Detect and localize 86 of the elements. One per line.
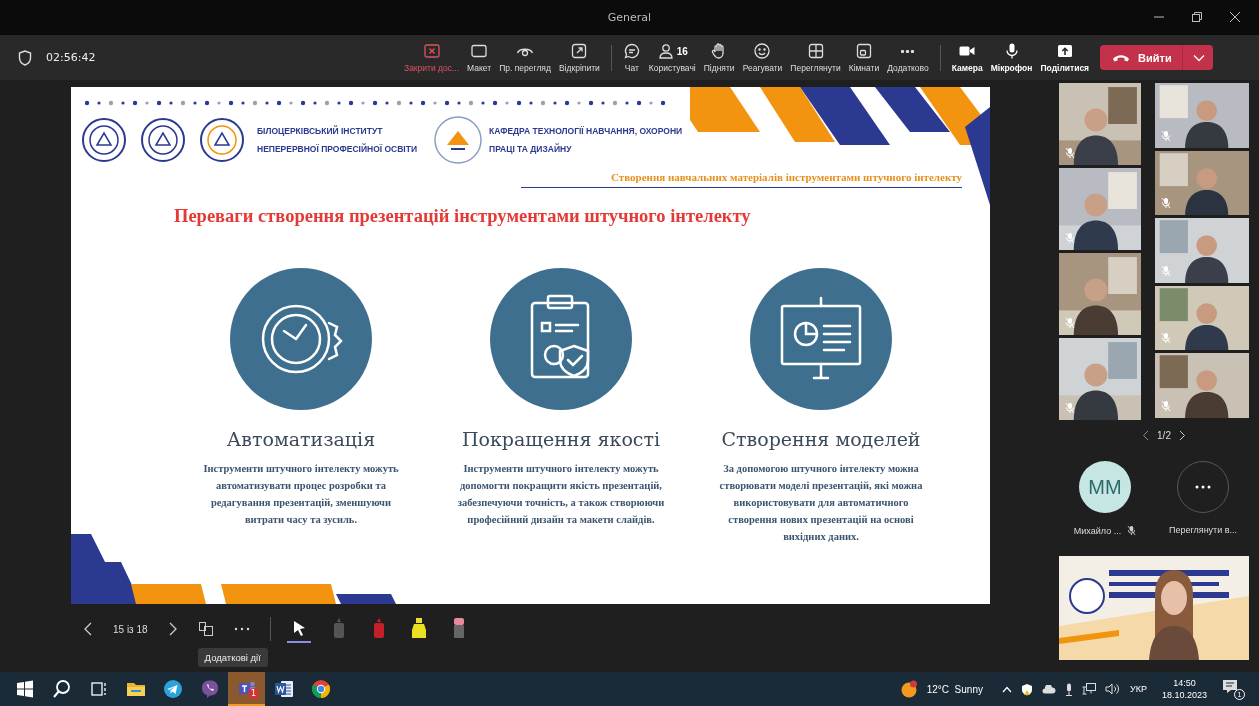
clipboard-gear-icon	[490, 268, 632, 410]
emblem-icon	[140, 117, 186, 163]
clock-time[interactable]: 14:50	[1173, 678, 1196, 688]
department-name: ПРАЦІ ТА ДИЗАЙНУ	[489, 144, 573, 154]
institute-name: БІЛОЦЕРКІВСЬКИЙ ІНСТИТУТ	[257, 126, 384, 136]
search-icon	[51, 679, 72, 699]
shield-icon	[18, 49, 32, 66]
feature-title: Створення моделей	[721, 428, 921, 450]
chevron-left-icon[interactable]	[1142, 430, 1150, 441]
participant-name: Михайло ...	[1073, 525, 1122, 536]
chevron-right-icon[interactable]	[167, 622, 178, 636]
pop-out-button[interactable]: Відкріпити	[555, 42, 603, 73]
share-button[interactable]: Поділитися	[1037, 42, 1093, 73]
call-timer: 02:56:42	[46, 51, 97, 64]
shield-icon[interactable]	[1021, 682, 1033, 696]
feature-title: Автоматизація	[226, 428, 376, 450]
more-icon	[901, 49, 915, 53]
leave-button[interactable]: Вийти	[1100, 45, 1213, 70]
share-icon	[1055, 42, 1074, 60]
weather-text[interactable]: 12°C Sunny	[926, 683, 983, 695]
chat-icon	[622, 42, 641, 60]
participant-name: Переглянути в...	[1168, 525, 1238, 535]
close-icon	[422, 42, 441, 60]
emblem-icon	[81, 117, 127, 163]
page-indicator: 1/2	[1157, 430, 1171, 441]
rooms-icon	[854, 42, 873, 60]
emblem-icon	[199, 117, 245, 163]
feature-description: Інструменти штучного інтелекту можуть автоматизувати процес розробки та редагування презентацій, зменшуючи витрати часу та зусиль.	[202, 462, 400, 527]
view-button[interactable]: Переглянути	[787, 42, 844, 73]
feature-description: За допомогою штучного інтелекту можна створювати моделі презентацій, які можна використовувати для автоматичного створення нових презентацій на основі вихідних даних.	[718, 462, 924, 544]
stop-sharing-button[interactable]: Закрити дос...	[401, 42, 463, 73]
slides-icon[interactable]	[197, 621, 214, 637]
chrome-icon	[310, 679, 331, 699]
rooms-button[interactable]: Кімнати	[845, 42, 883, 73]
microphone-button[interactable]: Мікрофон	[987, 42, 1036, 73]
more-icon[interactable]	[233, 626, 250, 632]
rectangle-icon	[470, 42, 489, 60]
message-icon	[1222, 678, 1238, 694]
preview-button[interactable]: Пр. перегляд	[496, 42, 554, 73]
phone-icon	[1112, 52, 1131, 63]
notification-badge: 1	[248, 688, 259, 699]
more-button[interactable]: Додатково	[884, 42, 932, 73]
chevron-left-icon[interactable]	[83, 622, 93, 636]
microphone-icon[interactable]	[1065, 682, 1073, 696]
phone-bubble-icon	[199, 679, 220, 699]
people-button[interactable]: 16 Користувачі	[645, 42, 699, 73]
task-view-icon	[88, 679, 109, 699]
layout-button[interactable]: Макет	[464, 42, 495, 73]
chat-button[interactable]: Чат	[619, 42, 644, 73]
institute-name: НЕПЕРЕРВНОЇ ПРОФЕСІЙНОЇ ОСВІТИ	[257, 144, 417, 154]
paper-plane-icon	[162, 679, 183, 699]
feature-title: Покращення якості	[461, 428, 661, 450]
close-icon[interactable]	[1229, 11, 1241, 23]
cursor-icon	[291, 620, 306, 636]
presentation-board-icon	[750, 268, 892, 410]
raise-hand-button[interactable]: Підняти	[700, 42, 738, 73]
avatar[interactable]: MM	[1079, 461, 1131, 513]
chevron-down-icon[interactable]	[1192, 53, 1205, 62]
sun-icon[interactable]	[899, 680, 918, 698]
slide-subtitle: Створення навчальних матеріалів інструментами штучного інтелекту	[521, 171, 962, 188]
department-name: КАФЕДРА ТЕХНОЛОГІЇ НАВЧАННЯ, ОХОРОНИ	[489, 126, 683, 136]
window-title: General	[607, 11, 652, 24]
maximize-icon[interactable]	[1191, 11, 1203, 23]
teams-app[interactable]: 1	[228, 672, 265, 706]
language-indicator[interactable]: УКР	[1130, 684, 1147, 694]
grid-icon	[806, 42, 825, 60]
clock-date[interactable]: 18.10.2023	[1161, 690, 1207, 700]
react-button[interactable]: Реагувати	[739, 42, 786, 73]
emblem-icon	[433, 115, 483, 165]
clock-gear-icon	[230, 268, 372, 410]
speaker-icon[interactable]	[1105, 683, 1121, 695]
network-icon[interactable]	[1082, 683, 1096, 695]
windows-icon	[14, 679, 35, 699]
more-icon	[1195, 485, 1211, 489]
cloud-icon[interactable]	[1042, 684, 1056, 694]
pop-out-icon	[570, 42, 589, 60]
tooltip: Додаткові дії	[197, 648, 268, 667]
smiley-icon	[753, 42, 772, 60]
feature-description: Інструменти штучного інтелекту можуть допомогти покращити якість презентацій, забезпечуючи точність, а також створюючи професійний дизайн та макети слайдів.	[456, 462, 666, 527]
word-icon	[273, 679, 294, 699]
slide-counter: 15 із 18	[113, 623, 148, 635]
camera-button[interactable]: Камера	[948, 42, 986, 73]
slide-title: Переваги створення презентацій інструментами штучного інтелекту	[173, 205, 752, 227]
chevron-up-icon[interactable]	[1002, 685, 1012, 693]
chevron-right-icon[interactable]	[1178, 430, 1186, 441]
person-icon	[656, 42, 675, 60]
